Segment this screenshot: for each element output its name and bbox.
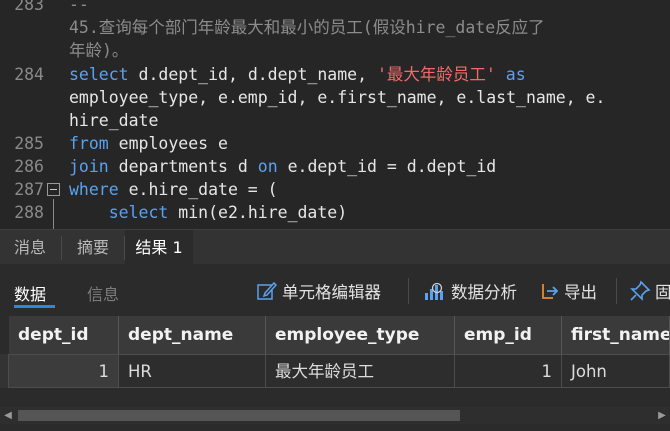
cell-employee-type[interactable]: 最大年龄员工 bbox=[266, 354, 455, 388]
data-analysis-label: 数据分析 bbox=[451, 283, 517, 302]
code-token: as bbox=[505, 65, 526, 84]
code-text: from employees e bbox=[69, 132, 228, 155]
code-token: employee_type, e.emp_id, e.first_name, e… bbox=[69, 88, 606, 107]
column-header-first-name[interactable]: first_name bbox=[562, 316, 670, 354]
sql-editor[interactable]: 283 -- 45.查询每个部门年龄最大和最小的员工(假设hire_date反应了年… bbox=[0, 0, 670, 229]
cell-editor-button[interactable]: 单元格编辑器 bbox=[256, 279, 381, 303]
export-icon bbox=[542, 284, 559, 299]
code-token: e.hire_date = ( bbox=[118, 180, 278, 199]
code-text: 年龄)。 bbox=[69, 39, 128, 62]
toolbar-separator bbox=[616, 278, 617, 304]
column-header-employee-type[interactable]: employee_type bbox=[266, 316, 455, 354]
line-number: 285 bbox=[14, 134, 44, 153]
cell-emp-id[interactable]: 1 bbox=[455, 354, 562, 388]
row-header[interactable] bbox=[0, 354, 9, 388]
tab-messages[interactable]: 消息 bbox=[0, 230, 60, 265]
column-header-dept-id[interactable]: dept_id bbox=[9, 316, 119, 354]
line-number: 286 bbox=[14, 157, 44, 176]
code-token: min(e2.hire_date) bbox=[168, 203, 348, 222]
export-label: 导出 bbox=[564, 283, 597, 302]
grid-scroll-area: ◀ ▶ bbox=[0, 400, 670, 431]
cell-dept-name[interactable]: HR bbox=[119, 354, 266, 388]
code-text: where e.hire_date = ( bbox=[69, 178, 278, 201]
code-line[interactable]: 285 from employees e bbox=[0, 132, 670, 155]
result-tab-bar: 消息 摘要 结果 1 bbox=[0, 229, 670, 266]
code-line[interactable]: 287 where e.hire_date = ( bbox=[0, 178, 670, 201]
code-line[interactable]: employee_type, e.emp_id, e.first_name, e… bbox=[0, 86, 670, 109]
code-line[interactable]: 284 select d.dept_id, d.dept_name, '最大年龄员… bbox=[0, 63, 670, 86]
code-text: employee_type, e.emp_id, e.first_name, e… bbox=[69, 86, 605, 109]
edit-pencil-icon bbox=[257, 281, 278, 300]
code-token: select bbox=[69, 65, 129, 84]
code-text: select min(e2.hire_date) bbox=[69, 201, 347, 224]
code-text: select d.dept_id, d.dept_name, '最大年龄员工' … bbox=[69, 63, 526, 86]
code-token: on bbox=[257, 157, 278, 176]
scroll-right-arrow-icon[interactable]: ▶ bbox=[655, 409, 669, 422]
code-token: d.dept_id, d.dept_name, bbox=[128, 65, 377, 84]
code-token: departments d bbox=[108, 157, 258, 176]
code-line[interactable]: hire_date bbox=[0, 109, 670, 132]
code-token: from bbox=[69, 134, 109, 153]
result-toolbar: 数据 信息 单元格编辑器 数据分析 导出 固 bbox=[0, 264, 670, 316]
column-header-emp-id[interactable]: emp_id bbox=[455, 316, 562, 354]
code-line[interactable]: 288 select min(e2.hire_date) bbox=[0, 201, 670, 224]
export-button[interactable]: 导出 bbox=[538, 279, 597, 303]
code-text: hire_date bbox=[69, 109, 158, 132]
cell-dept-id[interactable]: 1 bbox=[9, 354, 119, 388]
code-text: 45.查询每个部门年龄最大和最小的员工(假设hire_date反应了 bbox=[69, 16, 545, 39]
code-line[interactable]: 45.查询每个部门年龄最大和最小的员工(假设hire_date反应了 bbox=[0, 16, 670, 39]
scroll-left-arrow-icon[interactable]: ◀ bbox=[1, 409, 15, 422]
line-number: 287 bbox=[14, 180, 44, 199]
line-number: 284 bbox=[14, 65, 44, 84]
tab-summary[interactable]: 摘要 bbox=[62, 230, 124, 265]
code-token: -- bbox=[69, 0, 89, 14]
code-token: where bbox=[69, 180, 119, 199]
pin-icon bbox=[630, 280, 651, 301]
tab-result-1[interactable]: 结果 1 bbox=[125, 230, 193, 266]
horizontal-scrollbar[interactable]: ◀ ▶ bbox=[0, 407, 670, 424]
code-token: 45.查询每个部门年龄最大和最小的员工(假设hire_date反应了 bbox=[69, 18, 545, 37]
scrollbar-thumb[interactable] bbox=[18, 410, 460, 421]
code-text: -- bbox=[69, 0, 89, 16]
result-grid[interactable]: dept_id dept_name employee_type emp_id f… bbox=[0, 316, 670, 388]
line-number: 283 bbox=[14, 0, 44, 14]
cell-editor-label: 单元格编辑器 bbox=[282, 283, 381, 302]
active-tab-indicator bbox=[14, 305, 55, 308]
code-token: employees e bbox=[108, 134, 228, 153]
bar-chart-icon bbox=[425, 282, 443, 300]
tab-info[interactable]: 信息 bbox=[87, 281, 119, 305]
column-header-dept-name[interactable]: dept_name bbox=[119, 316, 266, 354]
toolbar-separator bbox=[408, 278, 409, 304]
code-token: join bbox=[69, 157, 109, 176]
code-token: select bbox=[108, 203, 169, 222]
fold-collapse-icon[interactable] bbox=[47, 183, 60, 196]
pin-button[interactable]: 固 bbox=[629, 279, 670, 303]
code-text: join departments d on e.dept_id = d.dept… bbox=[69, 155, 496, 178]
code-line[interactable]: 283 -- bbox=[0, 0, 670, 16]
code-line[interactable]: 年龄)。 bbox=[0, 39, 670, 62]
code-line[interactable]: 286 join departments d on e.dept_id = d.d… bbox=[0, 155, 670, 178]
cell-first-name[interactable]: John bbox=[562, 354, 670, 388]
pin-label: 固 bbox=[655, 283, 670, 302]
code-token: '最大年龄员工' bbox=[376, 65, 496, 84]
data-analysis-button[interactable]: 数据分析 bbox=[423, 279, 517, 303]
line-number: 288 bbox=[14, 203, 44, 222]
code-token: 年龄)。 bbox=[69, 41, 129, 60]
tab-data[interactable]: 数据 bbox=[14, 281, 46, 305]
code-token: hire_date bbox=[69, 111, 159, 130]
code-token: e.dept_id = d.dept_id bbox=[277, 157, 497, 176]
